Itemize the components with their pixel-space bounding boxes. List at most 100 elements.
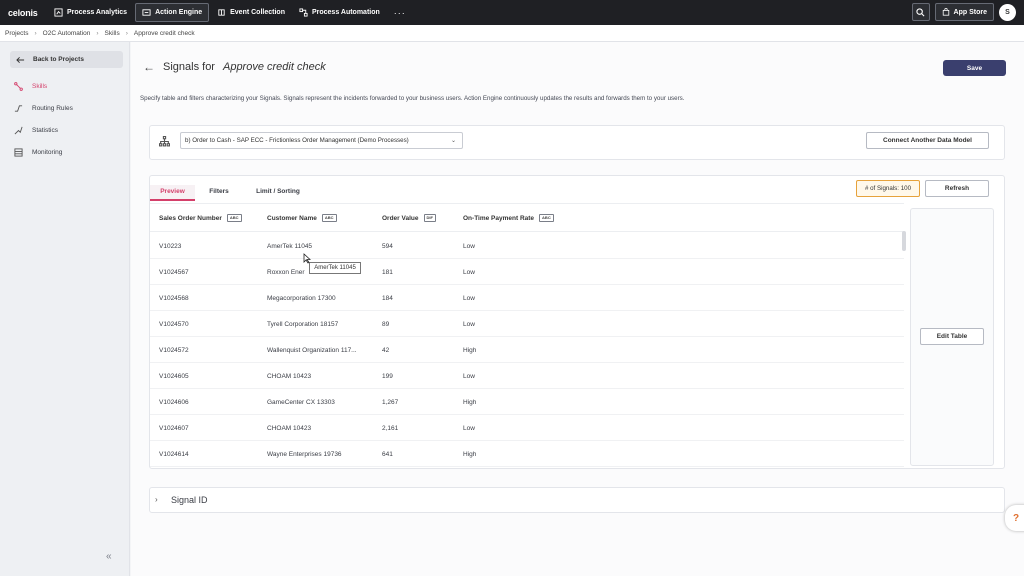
edit-table-button[interactable]: Edit Table bbox=[920, 328, 984, 345]
sidebar: Back to Projects Skills Routing Rules St… bbox=[0, 42, 130, 576]
cell-customer: Wayne Enterprises 19736 bbox=[267, 451, 342, 458]
table-row[interactable]: V1024614 Wayne Enterprises 19736 641 Hig… bbox=[150, 441, 904, 467]
sidebar-item-statistics[interactable]: Statistics bbox=[14, 126, 58, 135]
shopping-bag-icon bbox=[942, 8, 949, 16]
sidebar-item-skills[interactable]: Skills bbox=[14, 82, 47, 91]
skills-icon bbox=[14, 82, 23, 91]
title-skill-name: Approve credit check bbox=[222, 61, 326, 73]
table-row[interactable]: V10223 AmerTek 11045 594 Low bbox=[150, 233, 904, 259]
column-header[interactable]: Order Value DIF bbox=[382, 214, 436, 222]
cell-customer: Megacorporation 17300 bbox=[267, 295, 336, 302]
title-prefix: Signals for bbox=[163, 61, 215, 73]
save-button[interactable]: Save bbox=[943, 60, 1006, 76]
table-row[interactable]: V1024568 Megacorporation 17300 184 Low bbox=[150, 285, 904, 311]
data-model-select[interactable]: b) Order to Cash - SAP ECC - Frictionles… bbox=[180, 132, 463, 149]
search-button[interactable] bbox=[911, 3, 930, 21]
table-scrollbar[interactable] bbox=[902, 231, 906, 251]
table-row[interactable]: V1024607 CHOAM 10423 2,161 Low bbox=[150, 415, 904, 441]
sidebar-item-routing-rules[interactable]: Routing Rules bbox=[14, 104, 73, 113]
table-row[interactable]: V1024567 Roxxon Ener 181 Low bbox=[150, 259, 904, 285]
cell-order-number: V1024607 bbox=[159, 425, 189, 432]
chevron-down-icon: ⌄ bbox=[450, 138, 456, 144]
tab-filters[interactable]: Filters bbox=[195, 185, 243, 201]
type-badge: DIF bbox=[423, 214, 436, 222]
arrow-left-icon bbox=[16, 56, 25, 63]
type-badge: ABC bbox=[539, 214, 554, 222]
collapse-sidebar-icon[interactable]: « bbox=[106, 551, 112, 562]
tab-bar: Preview Filters Limit / Sorting bbox=[150, 185, 313, 201]
column-header[interactable]: On-Time Payment Rate ABC bbox=[463, 214, 554, 222]
event-collection-icon bbox=[218, 9, 225, 16]
tab-limit-sorting[interactable]: Limit / Sorting bbox=[243, 185, 313, 201]
breadcrumb-projects[interactable]: Projects bbox=[5, 30, 28, 37]
cell-order-number: V1024606 bbox=[159, 399, 189, 406]
column-label: Order Value bbox=[382, 214, 419, 222]
routing-icon bbox=[14, 105, 23, 112]
cell-order-number: V1024567 bbox=[159, 269, 189, 276]
page-title: ← Signals for Approve credit check bbox=[143, 60, 326, 74]
cell-order-number: V1024568 bbox=[159, 295, 189, 302]
page-description: Specify table and filters characterizing… bbox=[140, 95, 685, 102]
cell-order-value: 199 bbox=[382, 373, 393, 380]
main-content: ← Signals for Approve credit check Save … bbox=[131, 42, 1024, 576]
column-header[interactable]: Customer Name ABC bbox=[267, 214, 337, 222]
app-store-label: App Store bbox=[953, 8, 987, 16]
cell-order-value: 641 bbox=[382, 451, 393, 458]
cell-customer: AmerTek 11045 bbox=[267, 243, 313, 250]
signals-count-badge: # of Signals: 100 bbox=[856, 180, 920, 197]
sidebar-item-monitoring[interactable]: Monitoring bbox=[14, 148, 62, 157]
cell-order-value: 42 bbox=[382, 347, 390, 354]
cell-payment-rate: High bbox=[463, 399, 477, 406]
help-lifebuoy-icon[interactable]: ? bbox=[1005, 505, 1024, 531]
cell-payment-rate: Low bbox=[463, 295, 475, 302]
refresh-button[interactable]: Refresh bbox=[925, 180, 989, 197]
monitoring-icon bbox=[14, 148, 23, 157]
cell-customer: CHOAM 10423 bbox=[267, 373, 312, 380]
cell-order-value: 594 bbox=[382, 243, 393, 250]
breadcrumb-separator: › bbox=[34, 29, 37, 37]
cell-payment-rate: Low bbox=[463, 321, 475, 328]
user-avatar[interactable]: S bbox=[999, 3, 1016, 21]
nav-process-analytics[interactable]: Process Analytics bbox=[48, 3, 133, 22]
cell-order-number: V1024605 bbox=[159, 373, 189, 380]
cell-order-number: V1024570 bbox=[159, 321, 189, 328]
back-arrow-icon[interactable]: ← bbox=[143, 60, 155, 74]
connect-data-model-button[interactable]: Connect Another Data Model bbox=[866, 132, 989, 149]
nav-action-engine[interactable]: Action Engine bbox=[135, 3, 210, 22]
table-row[interactable]: V1024570 Tyrell Corporation 18157 89 Low bbox=[150, 311, 904, 337]
nav-event-collection[interactable]: Event Collection bbox=[211, 3, 291, 22]
cell-customer: CHOAM 10423 bbox=[267, 425, 312, 432]
top-navigation-bar: celonis Process Analytics Action Engine … bbox=[0, 0, 1024, 25]
cell-order-number: V1024614 bbox=[159, 451, 189, 458]
data-model-panel: b) Order to Cash - SAP ECC - Frictionles… bbox=[149, 125, 1005, 160]
breadcrumb: Projects › O2C Automation › Skills › App… bbox=[0, 25, 1024, 42]
app-store-button[interactable]: App Store bbox=[934, 3, 994, 21]
tab-preview[interactable]: Preview bbox=[150, 185, 195, 201]
column-label: Sales Order Number bbox=[159, 214, 222, 222]
breadcrumb-skills[interactable]: Skills bbox=[105, 30, 120, 37]
mouse-cursor-icon bbox=[303, 253, 311, 264]
table-row[interactable]: V1024572 Wallenquist Organization 117...… bbox=[150, 337, 904, 363]
column-header[interactable]: Sales Order Number ABC bbox=[159, 214, 242, 222]
signal-id-section[interactable]: › Signal ID bbox=[149, 487, 1005, 513]
breadcrumb-o2c-automation[interactable]: O2C Automation bbox=[43, 30, 91, 37]
cell-payment-rate: High bbox=[463, 347, 477, 354]
cell-order-value: 184 bbox=[382, 295, 393, 302]
cell-customer: Roxxon Ener bbox=[267, 269, 305, 276]
signal-id-label: Signal ID bbox=[171, 495, 208, 505]
back-label: Back to Projects bbox=[33, 56, 84, 63]
automation-icon bbox=[299, 8, 308, 17]
column-label: Customer Name bbox=[267, 214, 317, 222]
nav-process-automation[interactable]: Process Automation bbox=[293, 3, 386, 22]
cell-payment-rate: Low bbox=[463, 425, 475, 432]
back-to-projects-button[interactable]: Back to Projects bbox=[10, 51, 123, 68]
nav-label: Event Collection bbox=[230, 9, 285, 16]
nav-label: Action Engine bbox=[155, 9, 203, 16]
cell-order-value: 1,267 bbox=[382, 399, 399, 406]
celonis-logo[interactable]: celonis bbox=[0, 8, 48, 18]
table-row[interactable]: V1024606 GameCenter CX 13303 1,267 High bbox=[150, 389, 904, 415]
cell-order-value: 89 bbox=[382, 321, 390, 328]
cell-order-value: 181 bbox=[382, 269, 393, 276]
table-row[interactable]: V1024605 CHOAM 10423 199 Low bbox=[150, 363, 904, 389]
more-menu-icon[interactable]: ··· bbox=[388, 8, 412, 18]
